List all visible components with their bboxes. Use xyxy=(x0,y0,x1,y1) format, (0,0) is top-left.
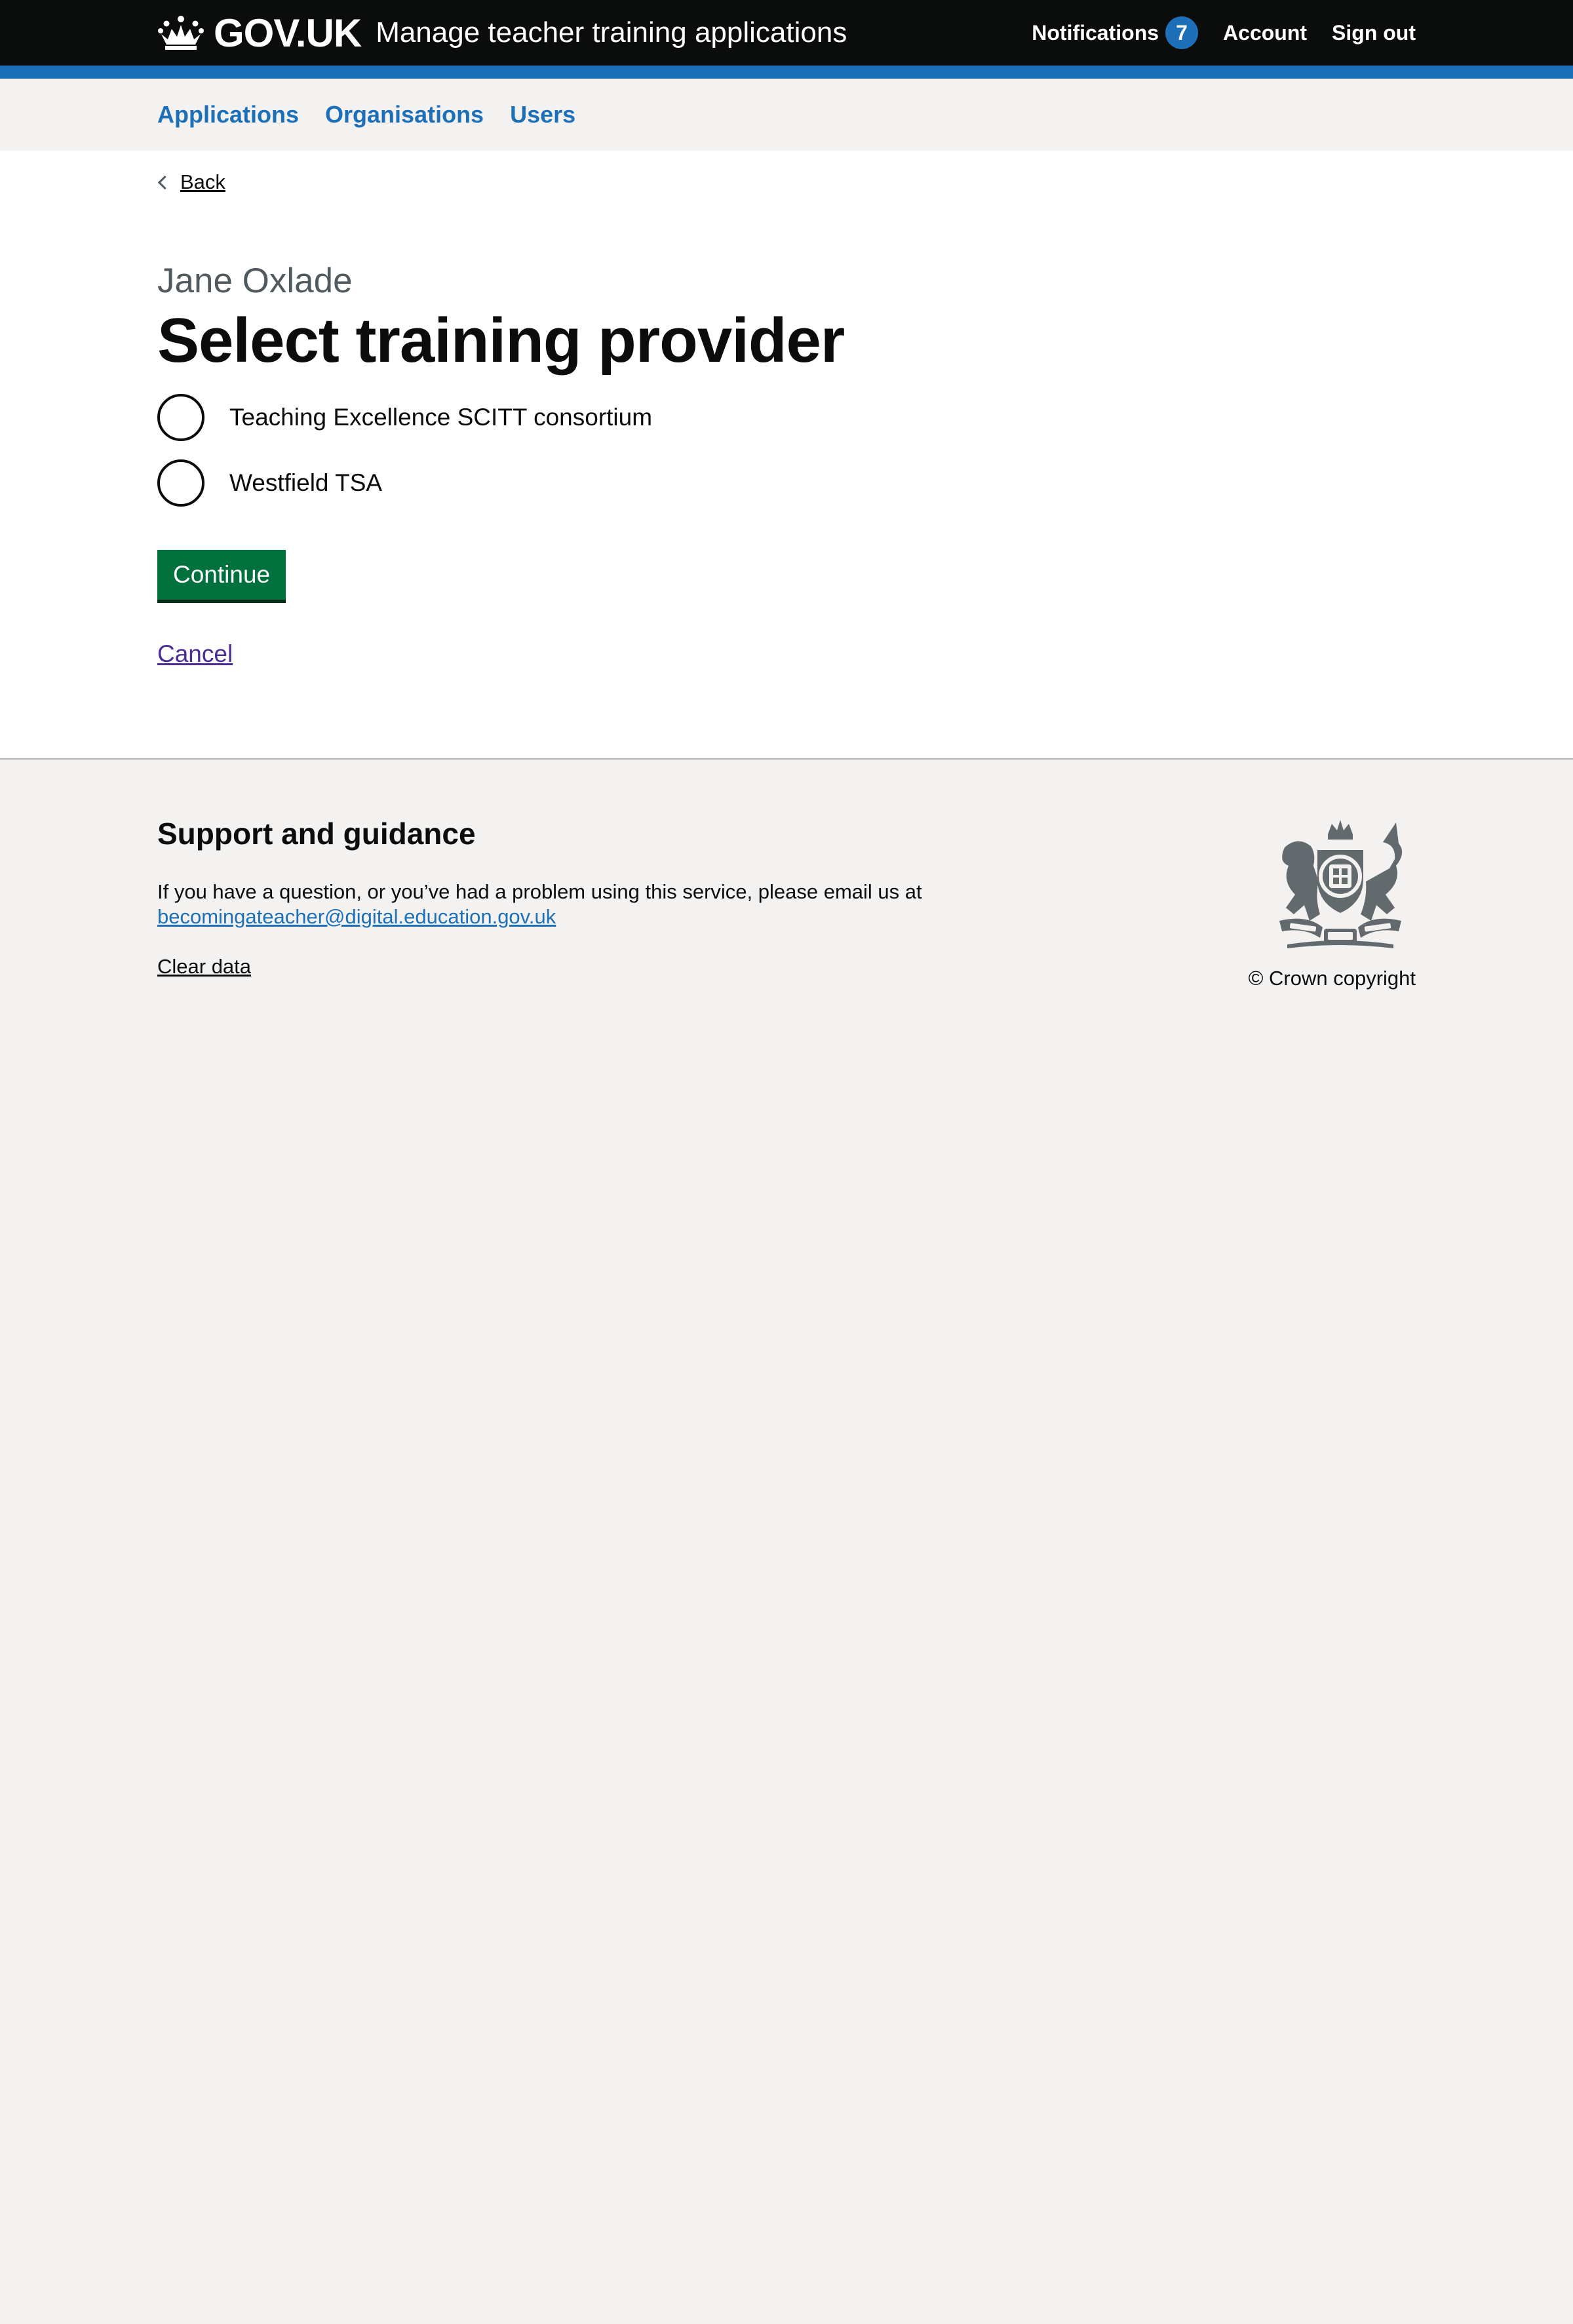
back-link[interactable]: Back xyxy=(157,151,225,194)
crown-icon xyxy=(158,16,204,50)
sign-out-link[interactable]: Sign out xyxy=(1332,21,1416,45)
footer-support: Support and guidance If you have a quest… xyxy=(157,816,1232,990)
govuk-logotype: GOV.UK xyxy=(214,10,362,55)
page-caption: Jane Oxlade xyxy=(157,261,353,300)
page-title: Select training provider xyxy=(157,305,845,376)
site-footer: Support and guidance If you have a quest… xyxy=(0,760,1573,990)
crown-copyright[interactable]: © Crown copyright xyxy=(1249,967,1416,990)
notifications-link[interactable]: Notifications 7 xyxy=(1032,16,1199,49)
chevron-left-icon xyxy=(157,175,172,189)
support-email-link[interactable]: becomingateacher@digital.education.gov.u… xyxy=(157,905,556,928)
account-link[interactable]: Account xyxy=(1223,21,1307,45)
primary-navigation: Applications Organisations Users xyxy=(0,79,1573,151)
provider-radio-group: Teaching Excellence SCITT consortium Wes… xyxy=(157,391,1416,509)
radio-option-teaching-excellence[interactable]: Teaching Excellence SCITT consortium xyxy=(157,391,1416,444)
radio-option-westfield-tsa[interactable]: Westfield TSA xyxy=(157,457,1416,509)
site-header: GOV.UK Manage teacher training applicati… xyxy=(0,0,1573,79)
notifications-label: Notifications xyxy=(1032,20,1159,45)
service-name[interactable]: Manage teacher training applications xyxy=(376,16,847,49)
nav-item-users[interactable]: Users xyxy=(510,101,575,128)
footer-help-text: If you have a question, or you’ve had a … xyxy=(157,880,922,903)
radio-button[interactable] xyxy=(157,393,204,441)
main-content: Back Jane Oxlade Select training provide… xyxy=(0,151,1573,760)
footer-heading: Support and guidance xyxy=(157,817,476,851)
cancel-link[interactable]: Cancel xyxy=(157,640,233,668)
radio-label[interactable]: Teaching Excellence SCITT consortium xyxy=(229,404,652,431)
nav-item-organisations[interactable]: Organisations xyxy=(325,101,484,128)
radio-label[interactable]: Westfield TSA xyxy=(229,469,382,497)
nav-item-applications[interactable]: Applications xyxy=(157,101,299,128)
clear-data-link[interactable]: Clear data xyxy=(157,955,251,978)
notifications-count-badge: 7 xyxy=(1165,16,1199,49)
back-link-label: Back xyxy=(180,170,225,193)
header-nav: Notifications 7 Account Sign out xyxy=(1032,16,1416,49)
radio-button[interactable] xyxy=(157,459,204,507)
royal-coat-of-arms xyxy=(1279,820,1403,948)
footer-copyright-block: © Crown copyright xyxy=(1232,816,1416,990)
continue-button[interactable]: Continue xyxy=(157,549,286,600)
govuk-logo-link[interactable]: GOV.UK xyxy=(157,10,362,56)
